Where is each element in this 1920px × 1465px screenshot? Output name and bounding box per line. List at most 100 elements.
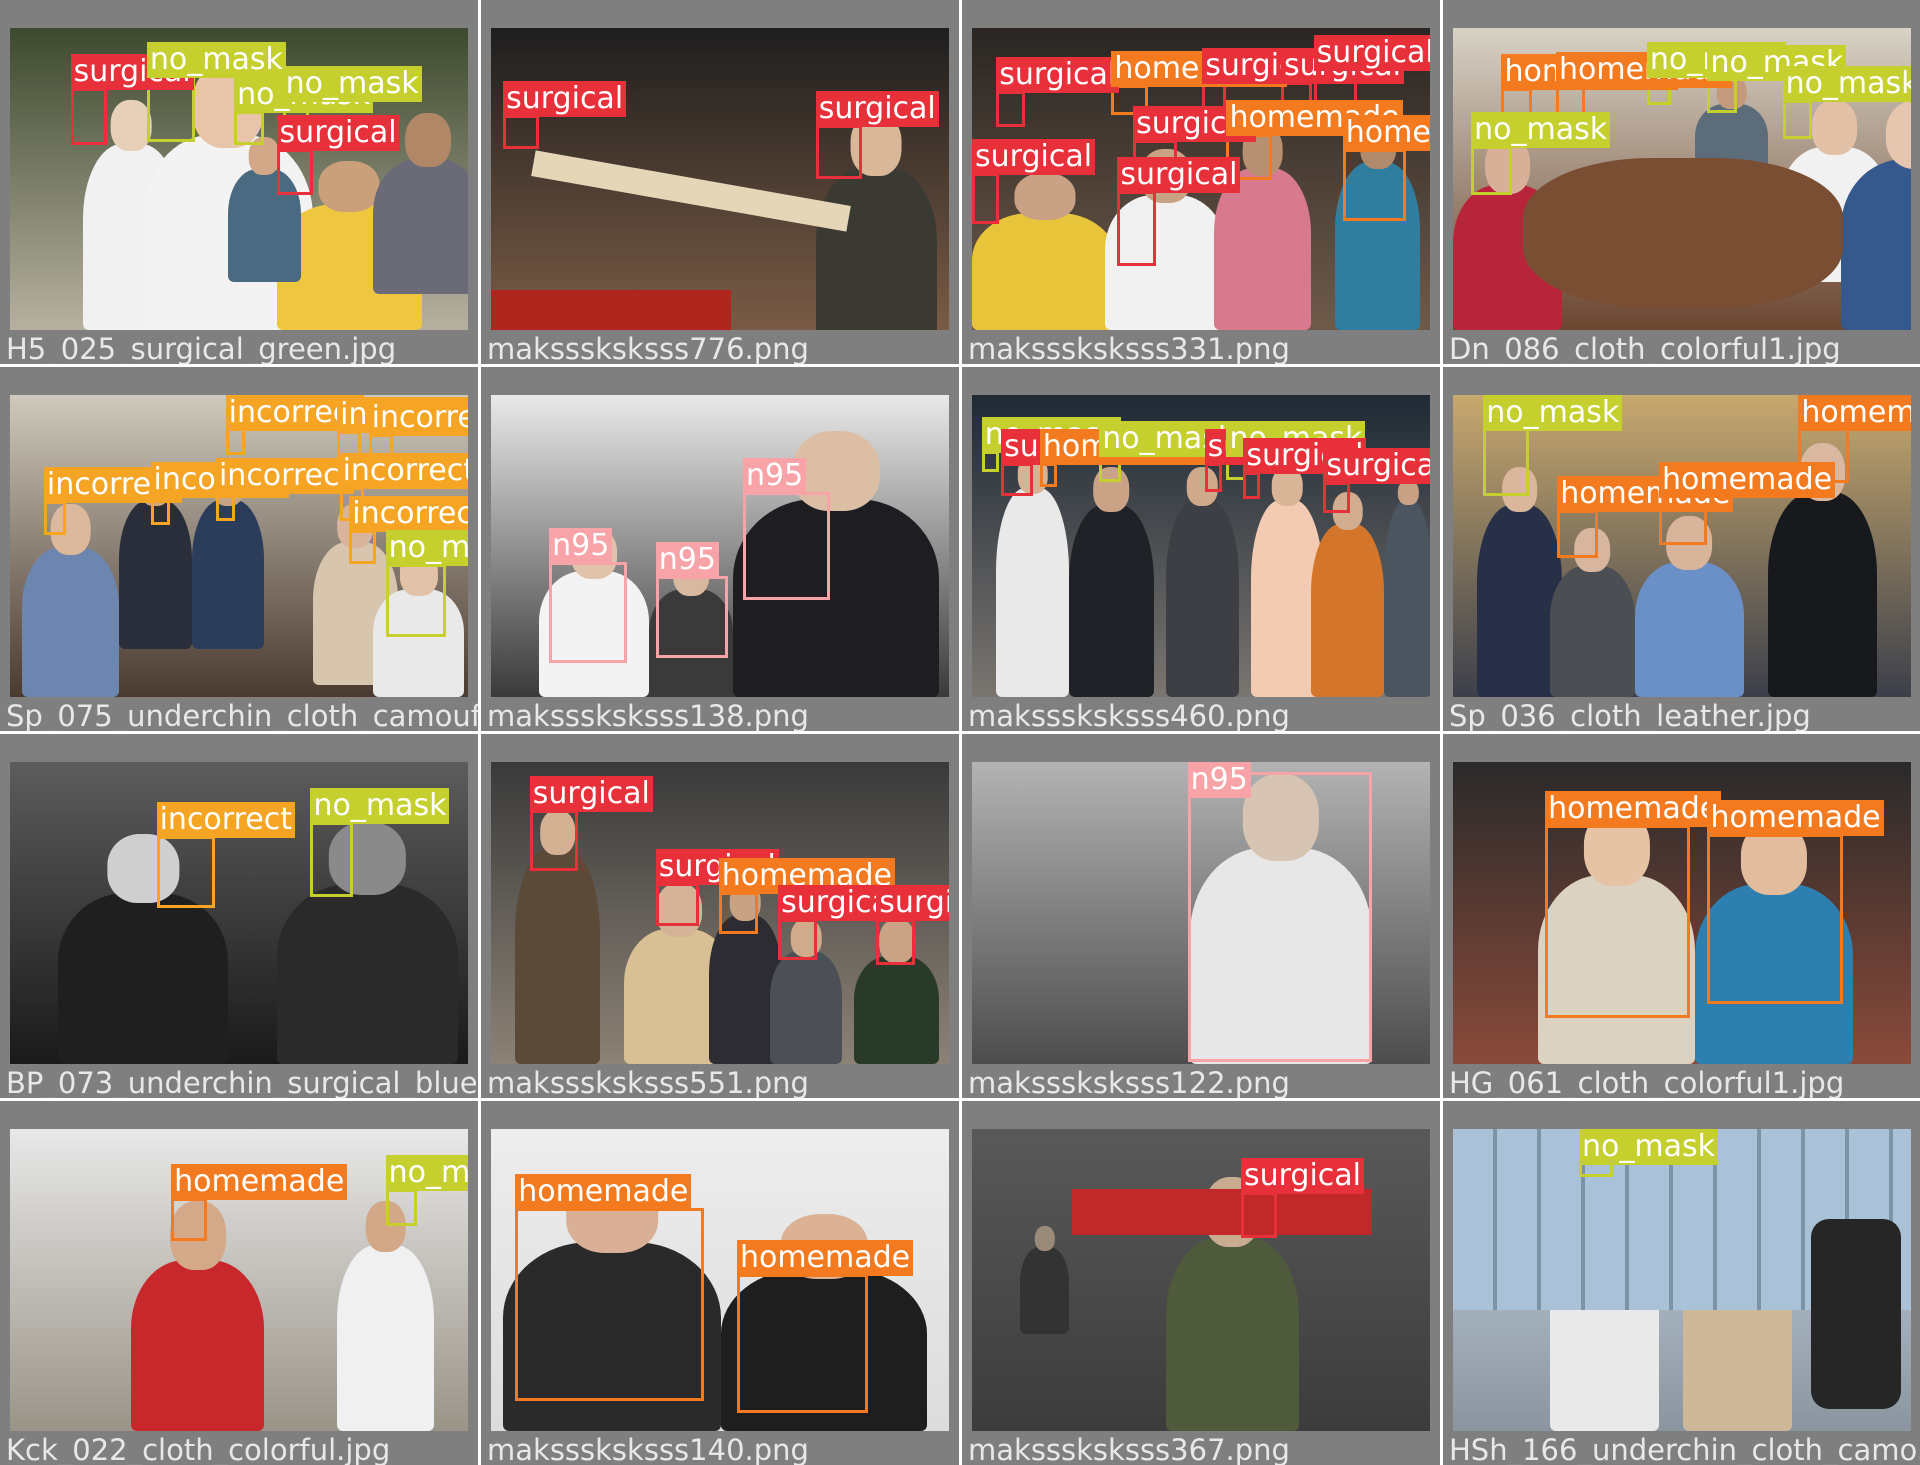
detection-label: surgical (1240, 1157, 1365, 1194)
person-body (1634, 562, 1744, 697)
photo: surgicalno_maskno_maskno_masksurgical (10, 28, 468, 330)
image-filename: maksssksksss140.png (487, 1433, 809, 1465)
image-filename: maksssksksss551.png (487, 1066, 809, 1098)
image-tile: surgical surgical maksssksksss776.png (481, 0, 959, 364)
detection-box (1001, 462, 1033, 497)
person-body (337, 1244, 435, 1431)
detection-box (815, 124, 862, 179)
detection-label: no_mask (1483, 395, 1623, 431)
person-figure (276, 822, 459, 1064)
photo: n95 (972, 762, 1430, 1064)
person-body (996, 487, 1069, 697)
detection-box (1323, 481, 1351, 514)
mosaic-grid: surgicalno_maskno_maskno_masksurgicalH5_… (0, 0, 1920, 1465)
image-filename: maksssksksss776.png (487, 332, 809, 364)
person-body (22, 546, 120, 697)
person-body (1165, 499, 1239, 697)
image-tile: no_masksurgicalhomemadeno_masksurgicalno… (962, 367, 1440, 731)
detection-box (996, 90, 1026, 128)
image-filename: maksssksksss331.png (968, 332, 1290, 364)
person-head (1886, 100, 1911, 170)
detection-box (1039, 462, 1057, 487)
detection-label: homemade (1798, 395, 1911, 431)
image-tile: n95 maksssksksss122.png (962, 734, 1440, 1098)
detection-box (876, 919, 916, 965)
detection-label: surgical (996, 56, 1120, 93)
red-banner (1072, 1189, 1372, 1235)
detection-box (743, 491, 831, 601)
detection-box (1707, 834, 1844, 1004)
detection-label: surgical (276, 114, 400, 151)
person-figure (337, 1201, 435, 1431)
detection-label: homemade (736, 1239, 914, 1276)
detection-box (1782, 100, 1812, 140)
image-filename: Sp_075_underchin_cloth_camouflage.jpg (6, 699, 478, 731)
detection-box (972, 172, 999, 224)
detection-label: homemade (1342, 114, 1430, 151)
image-filename: maksssksksss122.png (968, 1066, 1290, 1098)
detection-label: homemade (1545, 790, 1722, 827)
image-tile: homemade homemade maksssksksss140.png (481, 1101, 959, 1465)
image-tile: surgical maksssksksss367.png (962, 1101, 1440, 1465)
red-sign (491, 290, 731, 330)
person-body (1383, 501, 1430, 697)
detection-label: incorrect (215, 457, 355, 494)
detection-box (156, 835, 215, 909)
person-body (854, 955, 940, 1064)
detection-box (385, 1189, 418, 1226)
detection-box (736, 1273, 868, 1413)
person-body (769, 951, 843, 1064)
table-shelf (531, 150, 851, 232)
detection-label: surgical (876, 885, 949, 922)
photo: surgical surgical (491, 28, 949, 330)
detection-label: homemade (1658, 462, 1836, 499)
image-tile: surgicalno_maskno_maskno_masksurgicalH5_… (0, 0, 478, 364)
photo: surgical (972, 1129, 1430, 1431)
photo: homemade homemade (1453, 762, 1911, 1064)
person-figure (1840, 100, 1911, 330)
photo: homemade no_mask (10, 1129, 468, 1431)
detection-box (515, 1207, 705, 1401)
detection-box (349, 530, 376, 565)
image-filename: Kck_022_cloth_colorful.jpg (6, 1433, 391, 1465)
person-body (1020, 1247, 1069, 1335)
detection-label: homemade (171, 1163, 348, 1200)
person-figure (1020, 1225, 1069, 1335)
photo: no_masksurgicalhomemadeno_masksurgicalno… (972, 395, 1430, 697)
image-filename: maksssksksss460.png (968, 699, 1290, 731)
detection-box (655, 882, 700, 927)
person-body (131, 1259, 265, 1431)
image-filename: maksssksksss138.png (487, 699, 809, 731)
detection-box (43, 501, 66, 536)
detection-label: no_mask (1782, 66, 1911, 103)
detection-box (70, 88, 107, 146)
detection-box (310, 822, 353, 898)
detection-label: no_mask (282, 66, 422, 103)
image-filename: HSh_166_underchin_cloth_camo.jpg (1449, 1433, 1920, 1465)
detection-label: n95 (549, 527, 613, 564)
image-tile: n95 n95 n95 maksssksksss138.png (481, 367, 959, 731)
person-body (58, 892, 229, 1064)
photo: n95 n95 n95 (491, 395, 949, 697)
detection-box (1187, 771, 1372, 1062)
detection-box (1240, 1191, 1278, 1238)
detection-label: surgical (1313, 35, 1430, 72)
detection-label: surgical (503, 80, 627, 117)
detection-label: incorrect (368, 399, 468, 436)
detection-label: no_mask (310, 788, 450, 825)
detection-label: n95 (743, 457, 807, 494)
person-body (191, 499, 265, 649)
person-body (1165, 1236, 1300, 1431)
person-body (1068, 505, 1154, 697)
person-body (1768, 491, 1878, 697)
photo: surgicalsurgicalhomemadesurgicalsurgical (491, 762, 949, 1064)
image-tile: homemade no_mask Kck_022_cloth_colorful.jp… (0, 1101, 478, 1465)
detection-label: surgical (972, 138, 1096, 175)
detection-label: no_mask (385, 1155, 468, 1192)
person-figure (1383, 479, 1430, 697)
detection-label: surgical (815, 90, 939, 127)
detection-label: incorrect (349, 496, 468, 533)
photo: surgical homemade surgical surgical surgical… (972, 28, 1430, 330)
person-head (405, 112, 451, 167)
image-filename: Dn_086_cloth_colorful1.jpg (1449, 332, 1841, 364)
